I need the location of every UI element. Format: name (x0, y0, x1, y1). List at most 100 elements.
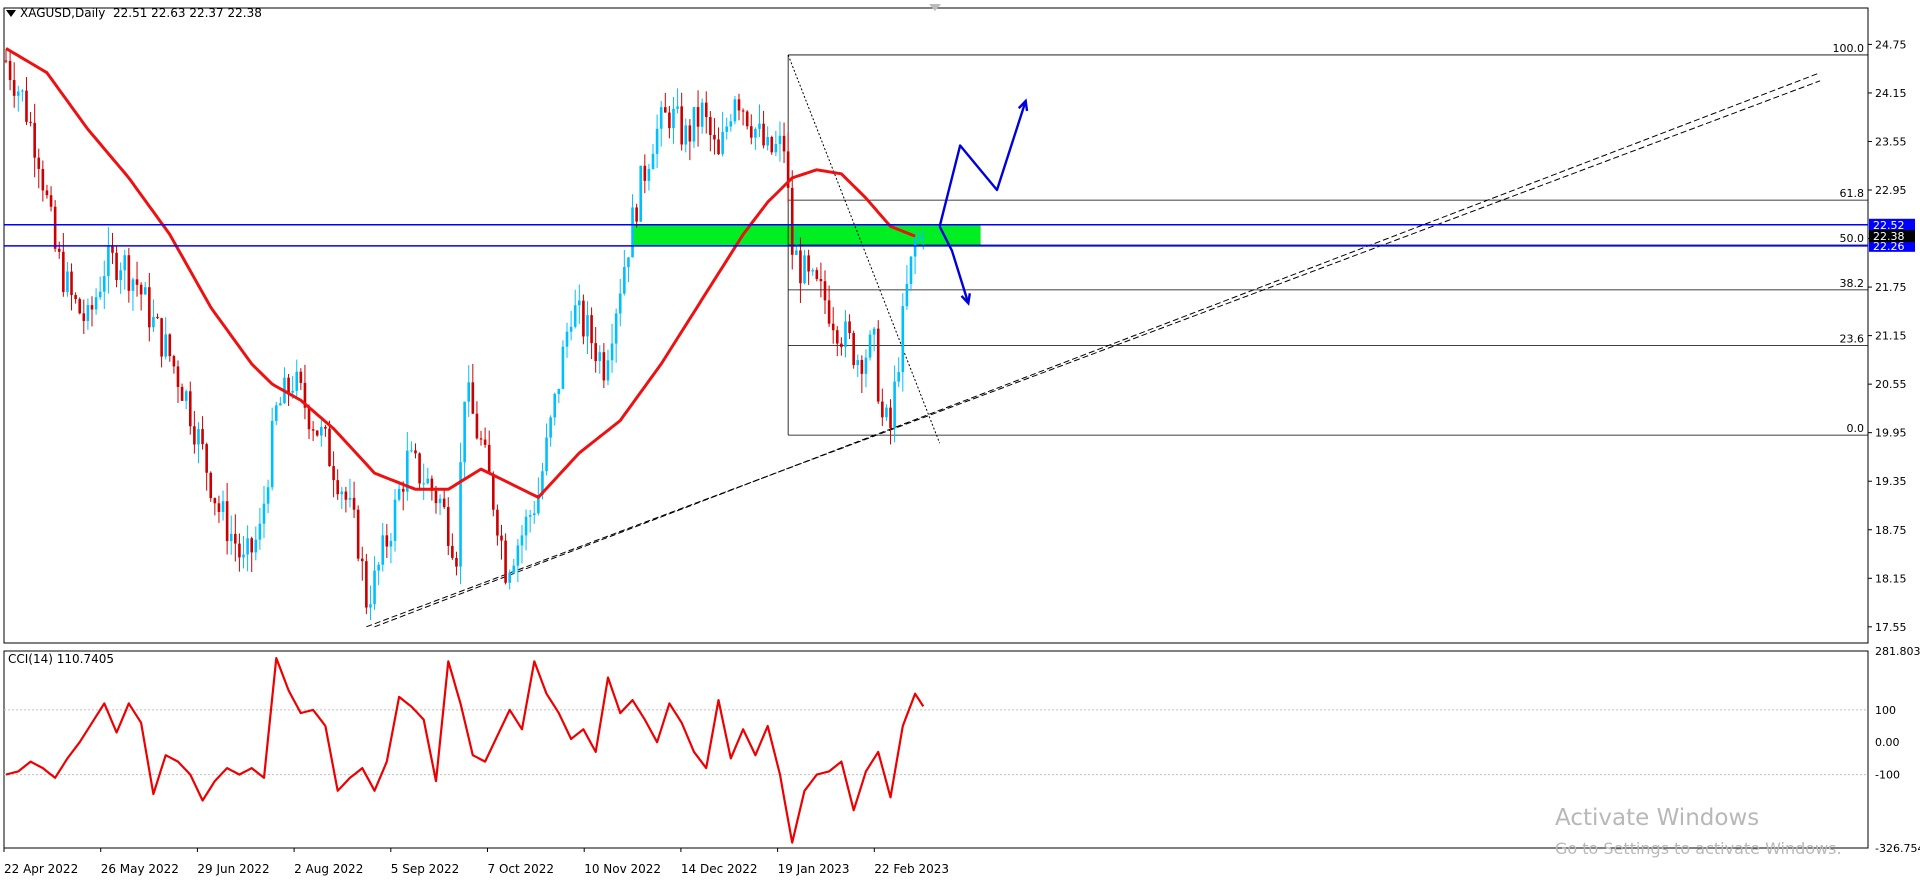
candle-body (770, 137, 774, 153)
price-tick-label: 24.75 (1875, 38, 1907, 51)
candle-body (840, 343, 843, 347)
candle-body (451, 545, 454, 558)
candle-body (160, 318, 163, 357)
candle-body (868, 334, 872, 358)
candle-body (152, 316, 155, 328)
time-tick-label: 10 Nov 2022 (584, 862, 661, 876)
candle-body (324, 426, 327, 429)
candle-body (827, 300, 831, 324)
candle-body (709, 117, 712, 135)
candle-body (520, 535, 524, 546)
candle-body (74, 295, 77, 300)
supply-zone (632, 224, 981, 246)
current-price-tag: 22.38 (1873, 230, 1905, 243)
candle-body (295, 371, 299, 391)
watermark-line-2: Go to Settings to activate Windows. (1555, 839, 1842, 858)
candle-body (856, 359, 860, 365)
candle-body (733, 99, 737, 122)
candle-body (307, 407, 311, 430)
candle-body (365, 561, 368, 608)
candle-body (205, 444, 208, 473)
candle-body (234, 533, 237, 544)
candle-body (315, 430, 319, 436)
candle-body (532, 513, 536, 515)
projection-up-arrow[interactable] (938, 100, 1027, 227)
price-tick-label: 20.55 (1875, 378, 1907, 391)
time-tick-label: 2 Aug 2022 (294, 862, 363, 876)
candle-body (381, 535, 385, 565)
candle-body (127, 255, 131, 291)
candle-body (844, 321, 847, 347)
candle-body (811, 270, 815, 272)
candle-body (623, 267, 626, 294)
candle-body (778, 135, 782, 145)
fib-level-label: 38.2 (1840, 277, 1865, 290)
candle-body (119, 270, 122, 281)
candle-body (98, 291, 102, 298)
chart-menu-triangle-icon[interactable] (6, 10, 16, 17)
candle-body (410, 450, 413, 452)
candle-body (725, 126, 729, 132)
candle-body (217, 503, 221, 512)
candle-body (696, 107, 700, 127)
candle-body (143, 287, 147, 295)
candle-body (545, 437, 548, 472)
trend-channel-line[interactable] (366, 80, 1821, 628)
candle-body (459, 462, 462, 567)
watermark-line-1: Activate Windows (1555, 805, 1760, 831)
candle-body (360, 558, 364, 562)
candle-body (905, 283, 909, 307)
candle-body (594, 343, 597, 362)
candle-body (287, 377, 290, 393)
candle-body (168, 334, 172, 357)
chart-canvas[interactable]: 24.7524.1523.5522.9522.3521.7521.1520.55… (0, 0, 1920, 884)
candle-body (21, 90, 24, 92)
candle-body (692, 107, 696, 142)
candle-body (815, 270, 819, 279)
candle-body (500, 535, 503, 541)
candle-body (766, 137, 769, 146)
candle-body (389, 540, 393, 547)
candle-body (266, 487, 270, 504)
candle-body (12, 80, 16, 96)
candle-body (684, 125, 688, 145)
candle-body (414, 450, 417, 454)
candle-body (66, 271, 69, 292)
candle-body (250, 538, 253, 553)
candle-body (328, 428, 331, 467)
candle-body (311, 429, 315, 431)
candle-body (336, 480, 339, 495)
candle-body (651, 153, 655, 170)
activation-watermark: Activate Windows Go to Settings to activ… (1555, 805, 1842, 858)
candle-body (279, 403, 282, 406)
candle-body (569, 326, 573, 332)
candle-body (565, 331, 569, 347)
candle-body (717, 139, 720, 155)
candle-body (41, 168, 45, 191)
candle-body (754, 128, 757, 138)
cci-tick-label: 0.00 (1875, 736, 1900, 749)
candle-body (639, 165, 643, 222)
dotted-trend-line[interactable] (787, 54, 941, 444)
candle-body (909, 256, 913, 284)
time-tick-label: 26 May 2022 (101, 862, 179, 876)
candle-body (602, 352, 606, 381)
candle-body (344, 491, 348, 500)
candle-body (135, 279, 139, 285)
candle-body (418, 453, 421, 484)
candle-body (561, 346, 565, 389)
candle-body (172, 356, 176, 367)
candle-body (668, 112, 671, 129)
candle-body (586, 315, 589, 337)
candle-body (37, 157, 41, 169)
fib-level-label: 100.0 (1833, 42, 1865, 55)
candle-body (508, 572, 511, 583)
candle-body (33, 122, 36, 158)
candle-body (397, 488, 401, 500)
candle-body (672, 108, 675, 129)
candle-body (176, 366, 180, 387)
candle-body (78, 299, 82, 314)
candle-body (115, 252, 118, 281)
candle-body (663, 107, 667, 113)
price-tick-label: 18.15 (1875, 572, 1907, 585)
